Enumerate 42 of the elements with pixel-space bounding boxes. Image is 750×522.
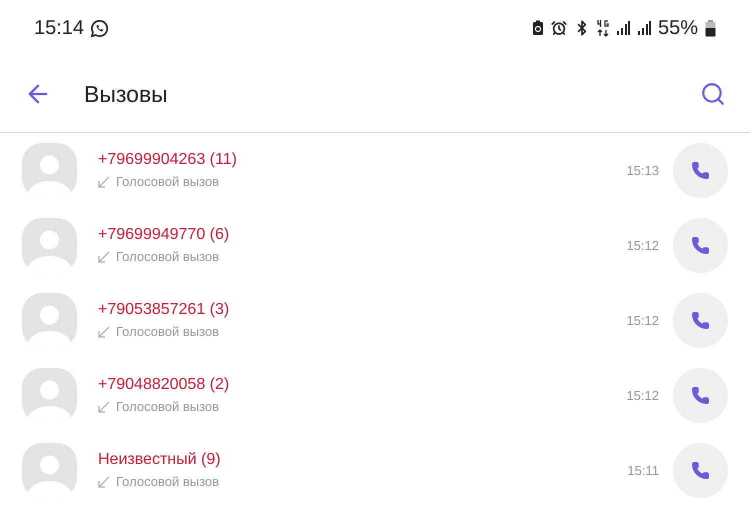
caller-name[interactable]: +79048820058 (2) xyxy=(98,374,626,395)
screen-title: Вызовы xyxy=(84,80,168,109)
call-time: 15:11 xyxy=(627,462,659,480)
phone-icon xyxy=(691,386,710,405)
phone-icon xyxy=(691,311,710,330)
avatar xyxy=(22,443,77,498)
avatar xyxy=(22,218,77,273)
caller-name[interactable]: Неизвестный (9) xyxy=(98,450,628,470)
incoming-arrow-icon xyxy=(98,400,110,412)
caller-name[interactable]: +79053857261 (3) xyxy=(98,300,626,320)
signal-icon xyxy=(636,20,651,36)
chat-app-icon xyxy=(90,18,110,38)
avatar xyxy=(22,368,77,423)
avatar xyxy=(22,143,77,198)
caller-name[interactable]: +79699904263 (11) xyxy=(98,150,626,170)
mobile-data-icon xyxy=(596,19,609,37)
incoming-arrow-icon xyxy=(98,326,110,338)
clock: 15:14 xyxy=(34,16,84,41)
caller-name[interactable]: +79699949770 (6) xyxy=(98,224,626,245)
phone-icon xyxy=(691,461,710,480)
call-time: 15:12 xyxy=(626,312,659,330)
call-type: Голосовой вызов xyxy=(116,472,220,491)
phone-icon xyxy=(691,161,710,180)
signal-icon xyxy=(616,20,630,36)
call-time: 15:13 xyxy=(626,162,659,180)
incoming-arrow-icon xyxy=(98,176,110,188)
battery-saver-icon xyxy=(532,20,544,36)
incoming-arrow-icon xyxy=(98,476,110,488)
incoming-arrow-icon xyxy=(98,250,110,262)
battery-icon xyxy=(705,20,716,36)
call-time: 15:12 xyxy=(626,236,659,255)
call-type: Голосовой вызов xyxy=(116,172,220,191)
avatar xyxy=(22,293,77,348)
call-type: Голосовой вызов xyxy=(116,398,220,416)
search-icon xyxy=(700,81,726,107)
call-type: Голосовой вызов xyxy=(116,322,220,341)
phone-icon xyxy=(691,236,710,255)
call-type: Голосовой вызов xyxy=(116,248,220,266)
alarm-icon xyxy=(550,20,567,36)
call-time: 15:12 xyxy=(626,386,659,405)
battery-percent: 55% xyxy=(658,16,698,41)
search-button[interactable] xyxy=(700,81,726,107)
